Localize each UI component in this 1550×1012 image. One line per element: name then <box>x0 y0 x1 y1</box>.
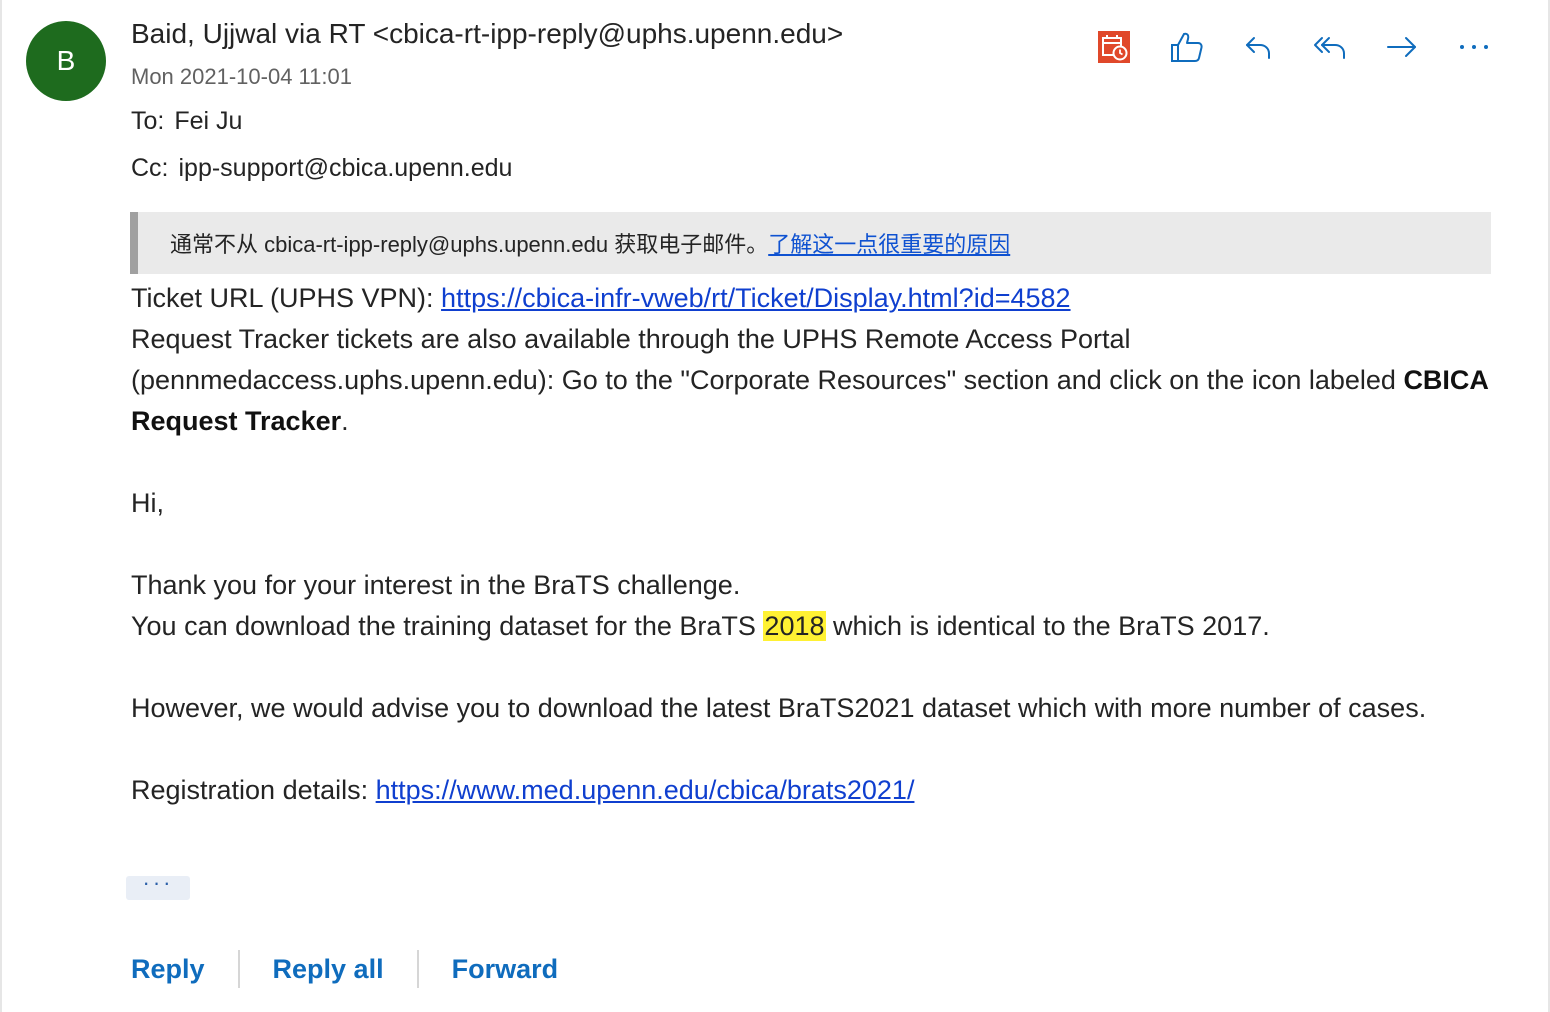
line2-post: which is identical to the BraTS 2017. <box>825 611 1270 641</box>
forward-icon <box>1385 32 1419 62</box>
portal-paragraph: Request Tracker tickets are also availab… <box>131 319 1491 442</box>
banner-learn-more-link[interactable]: 了解这一点很重要的原因 <box>768 227 1010 259</box>
body-line-2: You can download the training dataset fo… <box>131 606 1491 647</box>
ticket-url-link[interactable]: https://cbica-infr-vweb/rt/Ticket/Displa… <box>441 283 1071 313</box>
reply-toolbar-button[interactable] <box>1222 27 1294 67</box>
reply-actions: Reply Reply all Forward <box>131 950 558 988</box>
ticket-label: Ticket URL (UPHS VPN): <box>131 283 442 313</box>
external-sender-banner: 通常不从 cbica-rt-ipp-reply@uphs.upenn.edu 获… <box>130 212 1491 274</box>
cc-label: Cc: <box>131 154 169 182</box>
line2-pre: You can download the training dataset fo… <box>131 611 764 641</box>
cc-recipient[interactable]: ipp-support@cbica.upenn.edu <box>179 154 513 182</box>
forward-button[interactable]: Forward <box>452 954 559 985</box>
registration-url-link[interactable]: https://www.med.upenn.edu/cbica/brats202… <box>376 775 915 805</box>
more-actions-button[interactable] <box>1438 27 1510 67</box>
sender-avatar[interactable]: B <box>26 21 106 101</box>
like-button[interactable] <box>1150 27 1222 67</box>
registration-line: Registration details: https://www.med.up… <box>131 770 1491 811</box>
thumbs-up-icon <box>1168 30 1204 64</box>
reply-all-icon <box>1312 32 1348 62</box>
divider <box>237 950 240 988</box>
registration-label: Registration details: <box>131 775 376 805</box>
reply-button[interactable]: Reply <box>131 954 205 985</box>
reply-all-toolbar-button[interactable] <box>1294 27 1366 67</box>
message-toolbar <box>1078 27 1510 67</box>
sender-name[interactable]: Baid, Ujjwal via RT <cbica-rt-ipp-reply@… <box>131 18 843 50</box>
to-line: To: Fei Ju <box>131 107 242 136</box>
message-body: Ticket URL (UPHS VPN): https://cbica-inf… <box>131 278 1491 811</box>
portal-text: Request Tracker tickets are also availab… <box>131 324 1404 395</box>
divider <box>416 950 419 988</box>
body-line-1: Thank you for your interest in the BraTS… <box>131 570 741 600</box>
calendar-clock-icon <box>1097 30 1131 64</box>
portal-end: . <box>341 406 349 436</box>
search-highlight: 2018 <box>763 611 826 641</box>
to-label: To: <box>131 107 165 135</box>
forward-toolbar-button[interactable] <box>1366 27 1438 67</box>
calendar-button[interactable] <box>1078 27 1150 67</box>
greeting: Hi, <box>131 488 164 518</box>
frame-left-border <box>0 0 2 1012</box>
cc-line: Cc: ipp-support@cbica.upenn.edu <box>131 154 512 183</box>
ticket-line: Ticket URL (UPHS VPN): https://cbica-inf… <box>131 278 1491 319</box>
body-line-3: However, we would advise you to download… <box>131 693 1427 723</box>
banner-text: 通常不从 cbica-rt-ipp-reply@uphs.upenn.edu 获… <box>170 232 769 257</box>
reply-icon <box>1243 32 1273 62</box>
reply-all-button[interactable]: Reply all <box>273 954 384 985</box>
to-recipient[interactable]: Fei Ju <box>174 107 242 135</box>
show-trimmed-content-button[interactable]: ··· <box>126 872 190 900</box>
message-date: Mon 2021-10-04 11:01 <box>131 64 352 89</box>
more-icon <box>1458 43 1490 51</box>
